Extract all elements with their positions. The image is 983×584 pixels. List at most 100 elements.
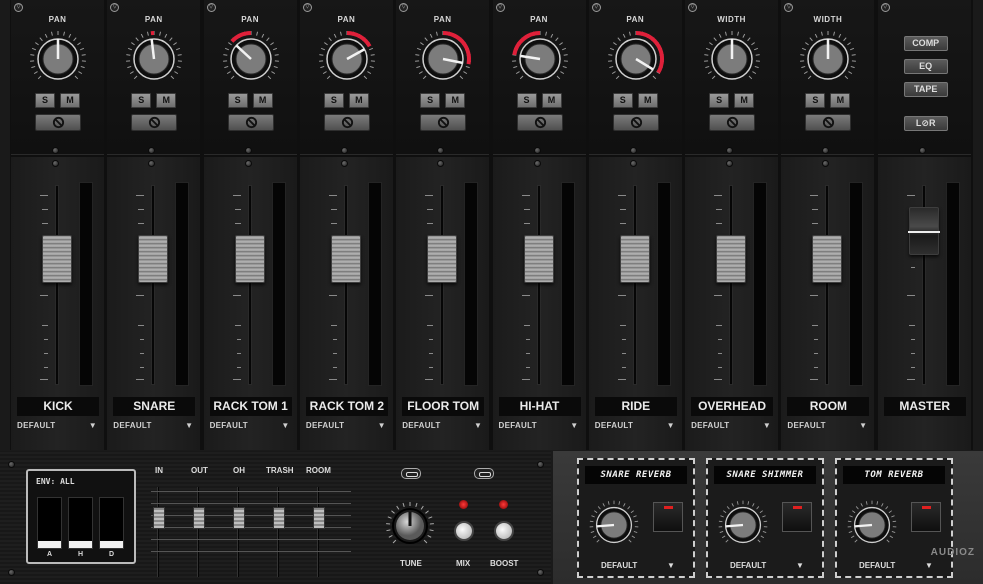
master-fx-button-tape[interactable]: TAPE bbox=[903, 82, 948, 97]
mute-button[interactable]: M bbox=[445, 93, 466, 108]
pan-knob[interactable] bbox=[123, 28, 185, 90]
preset-dropdown[interactable]: DEFAULT ▼ bbox=[499, 421, 581, 430]
pan-label: PAN bbox=[241, 15, 259, 24]
envelope-slot-decay[interactable] bbox=[99, 497, 124, 549]
bypass-button[interactable] bbox=[709, 114, 756, 131]
pan-knob[interactable] bbox=[412, 28, 474, 90]
mute-button[interactable]: M bbox=[252, 93, 273, 108]
fader-tick bbox=[44, 339, 48, 340]
solo-button[interactable]: S bbox=[35, 93, 55, 108]
envelope-handle[interactable] bbox=[100, 541, 123, 548]
reverb-enable-button[interactable] bbox=[653, 502, 683, 532]
reverb-enable-button[interactable] bbox=[782, 502, 812, 532]
brand-logo-icon: ▽ bbox=[302, 3, 312, 12]
bypass-button[interactable] bbox=[516, 114, 563, 131]
preset-dropdown[interactable]: DEFAULT ▼ bbox=[17, 421, 99, 430]
channel-name: RACK TOM 2 bbox=[305, 397, 388, 416]
volume-fader[interactable] bbox=[234, 235, 265, 283]
solo-button[interactable]: S bbox=[612, 93, 633, 108]
link-button[interactable] bbox=[401, 468, 421, 479]
reverb-enable-button[interactable] bbox=[911, 502, 941, 532]
volume-fader[interactable] bbox=[523, 235, 554, 283]
solo-mute-row: SM bbox=[300, 93, 393, 109]
mute-button[interactable]: M bbox=[830, 93, 851, 108]
envelope-slot-hold[interactable] bbox=[68, 497, 93, 549]
bypass-button[interactable] bbox=[227, 114, 274, 131]
width-knob[interactable] bbox=[701, 28, 763, 90]
knob-tick bbox=[392, 539, 397, 544]
pan-knob[interactable] bbox=[605, 28, 667, 90]
mute-button[interactable]: M bbox=[156, 93, 177, 108]
solo-button[interactable]: S bbox=[805, 93, 826, 108]
mini-fader-handle[interactable] bbox=[233, 507, 245, 529]
knob-tick bbox=[273, 65, 278, 69]
envelope-handle[interactable] bbox=[69, 541, 92, 548]
channel-strip-top: ▽ PAN S M bbox=[107, 0, 201, 155]
mini-fader-handle[interactable] bbox=[193, 507, 205, 529]
preset-dropdown[interactable]: DEFAULT ▼ bbox=[691, 421, 773, 430]
mini-fader-handle[interactable] bbox=[153, 507, 165, 529]
knob-tick bbox=[463, 71, 468, 75]
mute-button[interactable]: M bbox=[60, 93, 80, 108]
preset-dropdown[interactable]: DEFAULT ▼ bbox=[113, 421, 195, 430]
preset-dropdown[interactable]: DEFAULT ▼ bbox=[306, 421, 388, 430]
brand-logo-icon: ▽ bbox=[495, 3, 505, 12]
bypass-button[interactable] bbox=[420, 114, 467, 131]
knob-tick bbox=[752, 71, 757, 75]
volume-fader[interactable] bbox=[716, 235, 747, 283]
bypass-button[interactable] bbox=[612, 114, 659, 131]
fader-tick bbox=[908, 325, 915, 326]
preset-dropdown[interactable]: DEFAULT ▼ bbox=[595, 421, 677, 430]
envelope-handle[interactable] bbox=[38, 541, 61, 548]
volume-fader[interactable] bbox=[812, 235, 843, 283]
envelope-slot-attack[interactable] bbox=[37, 497, 62, 549]
volume-fader[interactable] bbox=[330, 235, 361, 283]
mini-fader-handle[interactable] bbox=[273, 507, 285, 529]
bypass-button[interactable] bbox=[323, 114, 370, 131]
mix-button[interactable] bbox=[454, 521, 474, 541]
preset-label: DEFAULT bbox=[209, 421, 248, 430]
solo-button[interactable]: S bbox=[420, 93, 441, 108]
knob-tick bbox=[544, 31, 547, 36]
dropdown-arrow-icon[interactable]: ▼ bbox=[667, 561, 675, 570]
reverb-amount-knob[interactable] bbox=[845, 498, 899, 552]
solo-button[interactable]: S bbox=[131, 93, 152, 108]
reverb-amount-knob[interactable] bbox=[587, 498, 641, 552]
pan-knob[interactable] bbox=[316, 28, 378, 90]
mute-button[interactable]: M bbox=[348, 93, 369, 108]
pan-knob[interactable] bbox=[27, 28, 89, 90]
volume-fader[interactable] bbox=[619, 235, 650, 283]
preset-dropdown[interactable]: DEFAULT ▼ bbox=[402, 421, 484, 430]
envelope-label-a: A bbox=[46, 551, 53, 558]
mute-button[interactable]: M bbox=[541, 93, 562, 108]
bypass-button[interactable] bbox=[131, 114, 178, 131]
bypass-button[interactable] bbox=[35, 114, 81, 131]
master-fx-button-eq[interactable]: EQ bbox=[903, 59, 948, 74]
solo-button[interactable]: S bbox=[323, 93, 344, 108]
master-fx-button-comp[interactable]: COMP bbox=[903, 36, 948, 51]
dropdown-arrow-icon[interactable]: ▼ bbox=[796, 561, 804, 570]
volume-fader[interactable] bbox=[138, 235, 169, 283]
mini-fader-handle[interactable] bbox=[313, 507, 325, 529]
pan-knob[interactable] bbox=[220, 28, 282, 90]
link-button[interactable] bbox=[474, 468, 494, 479]
volume-fader[interactable] bbox=[42, 235, 72, 283]
bypass-button[interactable] bbox=[805, 114, 852, 131]
solo-button[interactable]: S bbox=[709, 93, 730, 108]
preset-dropdown[interactable]: DEFAULT ▼ bbox=[210, 421, 292, 430]
volume-fader[interactable] bbox=[907, 207, 940, 255]
reverb-amount-knob[interactable] bbox=[716, 498, 770, 552]
mini-fader-tick bbox=[231, 539, 271, 540]
volume-fader[interactable] bbox=[427, 235, 458, 283]
tune-knob[interactable] bbox=[381, 501, 435, 553]
mute-button[interactable]: M bbox=[734, 93, 755, 108]
width-knob[interactable] bbox=[797, 28, 859, 90]
dropdown-arrow-icon[interactable]: ▼ bbox=[925, 561, 933, 570]
mute-button[interactable]: M bbox=[637, 93, 658, 108]
master-fx-button-lr[interactable]: L⊘R bbox=[903, 116, 948, 131]
solo-button[interactable]: S bbox=[227, 93, 248, 108]
preset-dropdown[interactable]: DEFAULT ▼ bbox=[787, 421, 869, 430]
solo-button[interactable]: S bbox=[516, 93, 537, 108]
boost-button[interactable] bbox=[494, 521, 514, 541]
pan-knob[interactable] bbox=[509, 28, 571, 90]
